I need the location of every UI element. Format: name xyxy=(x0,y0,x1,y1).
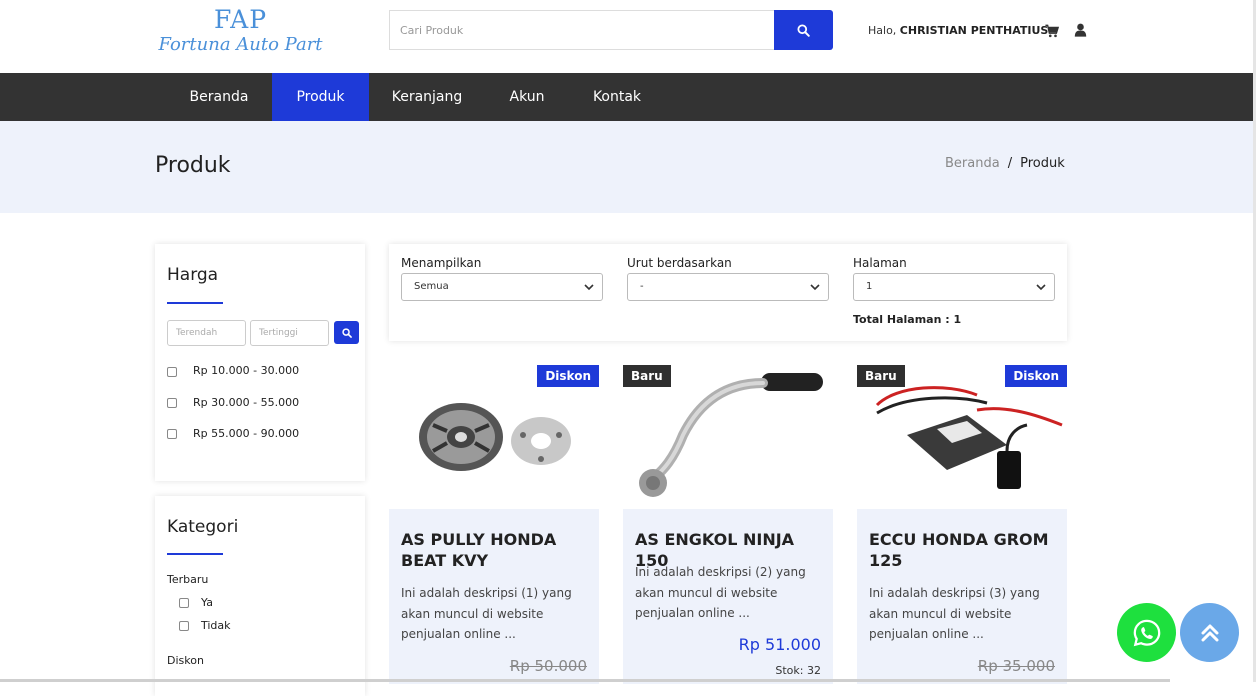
double-chevron-up-icon xyxy=(1201,624,1218,641)
product-description: Ini adalah deskripsi (2) yang akan muncu… xyxy=(635,565,806,620)
sort-select[interactable]: - xyxy=(627,273,829,301)
price-filter-title: Harga xyxy=(167,265,219,285)
product-name[interactable]: ECCU HONDA GROM 125 xyxy=(869,529,1059,571)
price-filter-card: Harga Rp 10.000 - 30.000 Rp 30.000 - 55.… xyxy=(155,244,365,481)
chevron-down-icon xyxy=(1036,284,1046,291)
show-select-value: Semua xyxy=(414,281,449,292)
newest-yes-checkbox[interactable] xyxy=(179,598,189,608)
search-icon xyxy=(341,327,352,338)
greeting-prefix: Halo, xyxy=(868,24,897,37)
show-select[interactable]: Semua xyxy=(401,273,603,301)
site-header: FAP Fortuna Auto Part Halo, CHRISTIAN PE… xyxy=(0,0,1256,73)
product-card[interactable]: AS PULLY HONDA BEAT KVY Ini adalah deskr… xyxy=(389,509,599,684)
product-card[interactable]: AS ENGKOL NINJA 150 Ini adalah deskripsi… xyxy=(623,509,833,684)
discount-label: Diskon xyxy=(167,654,204,667)
search-icon xyxy=(797,23,810,37)
user-greeting: Halo, CHRISTIAN PENTHATIUS xyxy=(868,24,1048,37)
breadcrumb-current: Produk xyxy=(1020,156,1065,171)
newest-no-label: Tidak xyxy=(201,619,231,632)
price-range-checkbox[interactable] xyxy=(167,398,177,408)
user-name: CHRISTIAN PENTHATIUS xyxy=(899,24,1049,37)
product-card[interactable]: ECCU HONDA GROM 125 Ini adalah deskripsi… xyxy=(857,509,1067,684)
product-image[interactable]: Baru xyxy=(623,365,833,505)
chevron-down-icon xyxy=(584,284,594,291)
show-label: Menampilkan xyxy=(401,256,482,270)
whatsapp-button[interactable] xyxy=(1117,603,1176,662)
main-nav: Beranda Produk Keranjang Akun Kontak xyxy=(0,73,1256,121)
page-select-value: 1 xyxy=(866,281,873,292)
search-button[interactable] xyxy=(774,10,833,50)
sort-select-value: - xyxy=(640,281,644,292)
sort-label: Urut berdasarkan xyxy=(627,256,732,270)
total-pages: Total Halaman : 1 xyxy=(853,313,962,326)
newest-no-checkbox[interactable] xyxy=(179,621,189,631)
price-range-checkbox[interactable] xyxy=(167,367,177,377)
listing-controls: Menampilkan Semua Urut berdasarkan - Hal… xyxy=(389,244,1067,341)
new-badge: Baru xyxy=(623,365,671,387)
product-price: Rp 51.000 xyxy=(738,635,821,654)
brand-tagline: Fortuna Auto Part xyxy=(158,34,323,55)
brand-name: FAP xyxy=(213,5,268,34)
page-select[interactable]: 1 xyxy=(853,273,1055,301)
product-description: Ini adalah deskripsi (3) yang akan muncu… xyxy=(869,586,1040,641)
nav-item-keranjang[interactable]: Keranjang xyxy=(369,73,485,121)
breadcrumb: Beranda / Produk xyxy=(945,156,1065,171)
page-title: Produk xyxy=(155,153,231,178)
category-filter-title: Kategori xyxy=(167,517,239,537)
product-name[interactable]: AS PULLY HONDA BEAT KVY xyxy=(401,529,591,571)
discount-badge: Diskon xyxy=(1005,365,1067,387)
nav-item-kontak[interactable]: Kontak xyxy=(569,73,665,121)
new-badge: Baru xyxy=(857,365,905,387)
product-image[interactable]: Diskon xyxy=(389,365,599,505)
price-range-checkbox[interactable] xyxy=(167,429,177,439)
price-range-label: Rp 30.000 - 55.000 xyxy=(193,396,300,409)
category-filter-card: Kategori Terbaru Ya Tidak Diskon xyxy=(155,496,365,696)
nav-item-produk[interactable]: Produk xyxy=(272,73,369,121)
discount-badge: Diskon xyxy=(537,365,599,387)
newest-yes-label: Ya xyxy=(201,596,213,609)
product-description: Ini adalah deskripsi (1) yang akan muncu… xyxy=(401,586,572,641)
cart-icon[interactable] xyxy=(1045,24,1059,38)
product-image[interactable]: Baru Diskon xyxy=(857,365,1067,505)
brand-logo[interactable]: FAP Fortuna Auto Part xyxy=(158,6,323,66)
page-label: Halaman xyxy=(853,256,907,270)
chevron-down-icon xyxy=(810,284,820,291)
nav-item-beranda[interactable]: Beranda xyxy=(166,73,272,121)
price-range-label: Rp 55.000 - 90.000 xyxy=(193,427,300,440)
product-stock: Stok: 32 xyxy=(775,664,821,677)
breadcrumb-home[interactable]: Beranda xyxy=(945,156,1000,171)
price-search-button[interactable] xyxy=(334,321,359,344)
back-to-top-button[interactable] xyxy=(1180,603,1239,662)
nav-item-akun[interactable]: Akun xyxy=(485,73,569,121)
price-range-label: Rp 10.000 - 30.000 xyxy=(193,364,300,377)
breadcrumb-separator: / xyxy=(1007,156,1013,171)
title-underline xyxy=(167,302,223,304)
newest-label: Terbaru xyxy=(167,573,209,586)
product-old-price: Rp 35.000 xyxy=(977,657,1055,675)
search-input[interactable] xyxy=(389,10,775,50)
product-old-price: Rp 50.000 xyxy=(509,657,587,675)
title-underline xyxy=(167,553,223,555)
max-price-input[interactable] xyxy=(250,320,329,346)
min-price-input[interactable] xyxy=(167,320,246,346)
user-icon[interactable] xyxy=(1074,23,1087,37)
whatsapp-icon xyxy=(1133,619,1160,646)
